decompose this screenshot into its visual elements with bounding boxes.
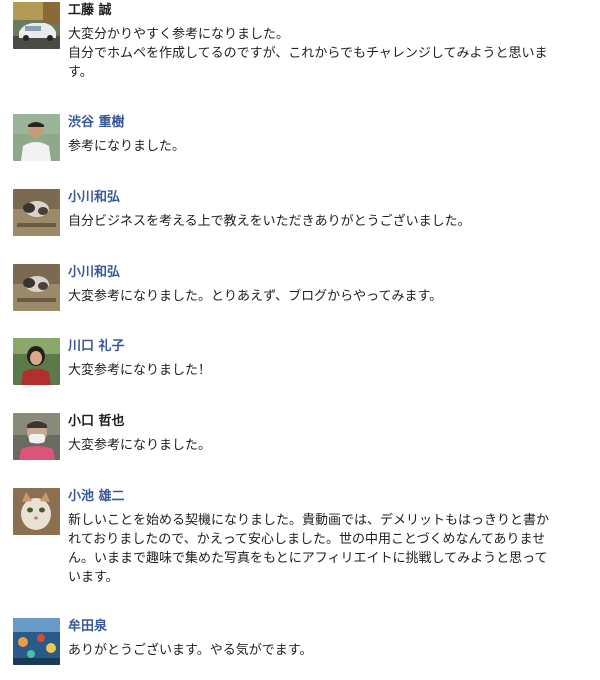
comment-text: ありがとうございます。やる気がでます。 bbox=[68, 641, 593, 660]
comment-text: 大変参考になりました。 bbox=[68, 436, 593, 455]
avatar[interactable] bbox=[13, 264, 60, 311]
commenter-name[interactable]: 小川和弘 bbox=[68, 189, 593, 207]
commenter-name[interactable]: 小池 雄二 bbox=[68, 488, 593, 506]
comment-text-line: 参考になりました。 bbox=[68, 139, 186, 154]
comment-text: 新しいことを始める契機になりました。貴動画では、デメリットもはっきりと書か れて… bbox=[68, 511, 593, 587]
comment-text-line: います。 bbox=[68, 570, 119, 585]
avatar[interactable] bbox=[13, 338, 60, 385]
comment-text: 参考になりました。 bbox=[68, 137, 593, 156]
commenter-name[interactable]: 工藤 誠 bbox=[68, 2, 593, 20]
comment-text-line: す。 bbox=[68, 65, 93, 80]
comment-text-line: ありがとうございます。やる気がでます。 bbox=[68, 643, 313, 658]
avatar[interactable] bbox=[13, 2, 60, 49]
avatar[interactable] bbox=[13, 618, 60, 665]
comment-text: 自分ビジネスを考える上で教えをいただきありがとうございました。 bbox=[68, 212, 593, 231]
comment-text-line: 大変分かりやすく参考になりました。 bbox=[68, 27, 290, 42]
comment-text-line: 自分ビジネスを考える上で教えをいただきありがとうございました。 bbox=[68, 214, 471, 229]
comment-text-line: れておりましたので、かえって安心しました。世の中用ことづくめなんてありませ bbox=[68, 532, 546, 547]
commenter-name[interactable]: 小川和弘 bbox=[68, 264, 593, 282]
comment-text-line: ん。いままで趣味で集めた写真をもとにアフィリエイトに挑戦してみようと思って bbox=[68, 551, 548, 566]
commenter-name[interactable]: 川口 礼子 bbox=[68, 338, 593, 356]
avatar[interactable] bbox=[13, 114, 60, 161]
avatar[interactable] bbox=[13, 413, 60, 460]
comment-text-line: 大変参考になりました。 bbox=[68, 438, 212, 453]
comment-text: 大変分かりやすく参考になりました。 自分でホムペを作成してるのですが、これからで… bbox=[68, 25, 593, 82]
comment-text-line: 新しいことを始める契機になりました。貴動画では、デメリットもはっきりと書か bbox=[68, 513, 550, 528]
avatar[interactable] bbox=[13, 488, 60, 535]
comment-text: 大変参考になりました！ bbox=[68, 361, 593, 380]
commenter-name[interactable]: 渋谷 重樹 bbox=[68, 114, 593, 132]
commenter-name[interactable]: 牟田泉 bbox=[68, 618, 593, 636]
commenter-name[interactable]: 小口 哲也 bbox=[68, 413, 593, 431]
comment-text-line: 自分でホムペを作成してるのですが、これからでもチャレンジしてみようと思いま bbox=[68, 46, 548, 61]
comment-text-line: 大変参考になりました！ bbox=[68, 363, 212, 378]
comment-text-line: 大変参考になりました。とりあえず、ブログからやってみます。 bbox=[68, 289, 443, 304]
avatar[interactable] bbox=[13, 189, 60, 236]
comment-text: 大変参考になりました。とりあえず、ブログからやってみます。 bbox=[68, 287, 593, 306]
